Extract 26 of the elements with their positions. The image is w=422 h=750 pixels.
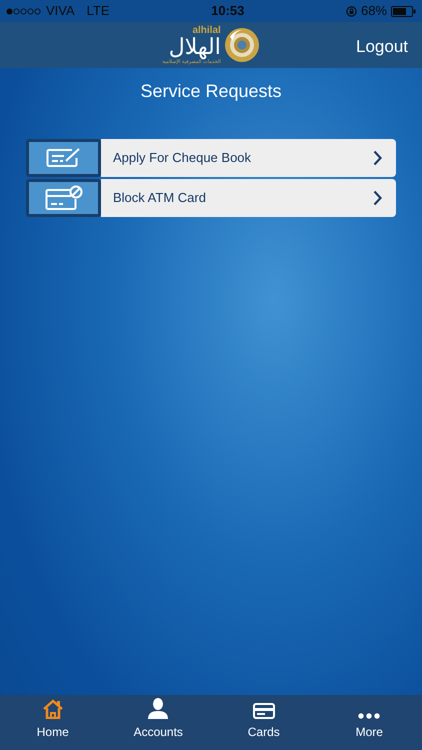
- more-icon: [358, 713, 380, 719]
- carrier-name: VIVA: [46, 2, 75, 20]
- battery-icon: [391, 6, 416, 16]
- network-type: LTE: [86, 2, 110, 20]
- tab-item[interactable]: Cards: [211, 695, 316, 750]
- tab-item[interactable]: More: [316, 695, 422, 750]
- chevron-right-icon: [373, 190, 382, 206]
- logo-latin-text: alhilal: [192, 26, 221, 36]
- logo-arabic-text: الهلال: [168, 36, 221, 60]
- request-item[interactable]: Block ATM Card: [101, 179, 396, 217]
- page-title: Service Requests: [139, 80, 283, 103]
- tab-item[interactable]: Accounts: [106, 695, 211, 750]
- blocked-card-icon: [44, 185, 82, 211]
- cheque-icon: [46, 147, 82, 169]
- status-time: 10:53: [210, 2, 246, 20]
- swirl-logo-icon: [224, 27, 260, 63]
- card-icon: [252, 703, 275, 719]
- logout-button[interactable]: Logout: [356, 34, 408, 60]
- signal-icon: [6, 8, 42, 14]
- tab-item[interactable]: Home: [0, 695, 106, 750]
- rotation-lock-icon: [346, 6, 357, 16]
- person-icon: [147, 697, 170, 719]
- home-icon: [42, 699, 64, 719]
- chevron-right-icon: [373, 150, 382, 166]
- request-item[interactable]: Apply For Cheque Book: [101, 139, 396, 177]
- battery-percentage: 68%: [360, 2, 387, 20]
